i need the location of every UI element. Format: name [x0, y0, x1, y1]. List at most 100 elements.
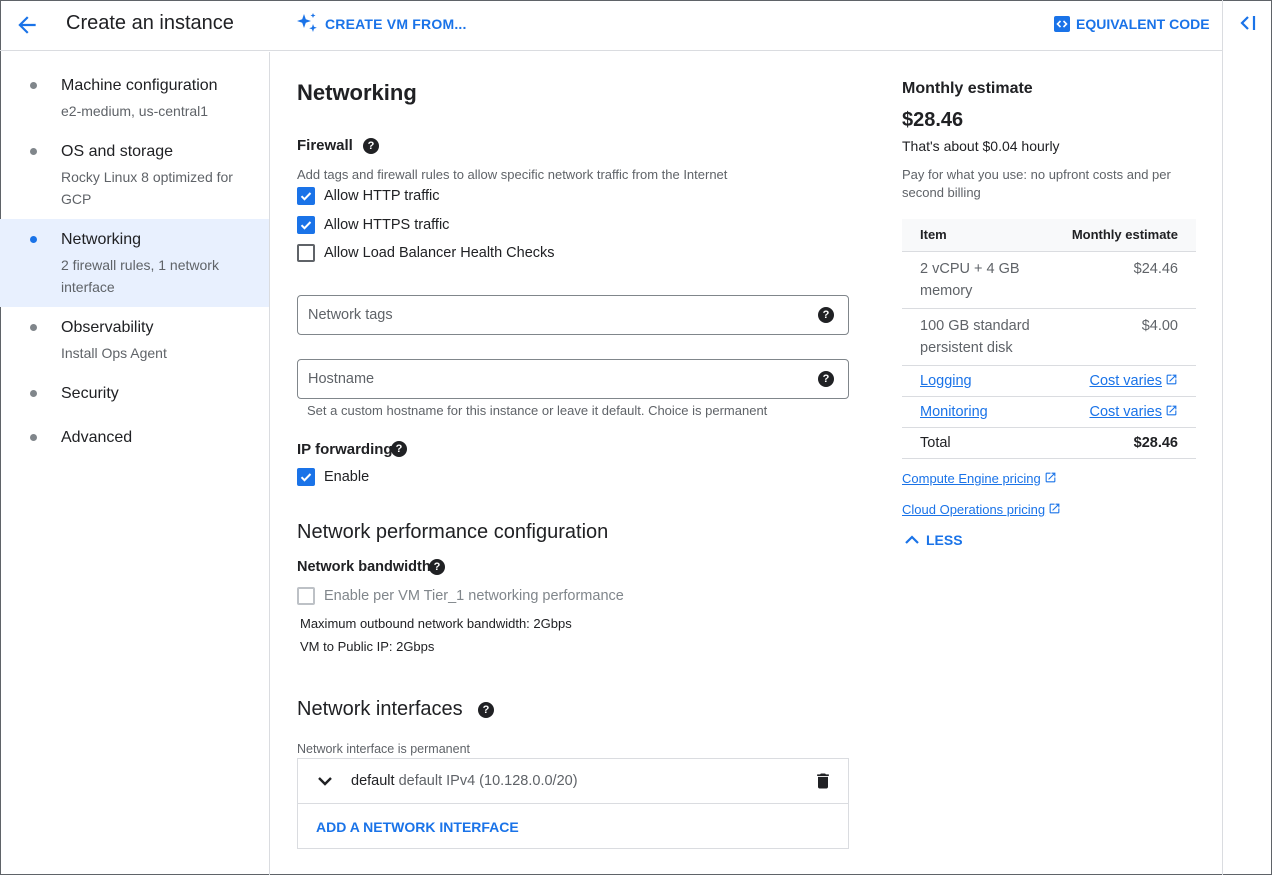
nav-item-label: Advanced [61, 429, 133, 446]
less-toggle-button[interactable]: LESS [904, 532, 963, 548]
collapse-panel-icon[interactable] [1237, 12, 1259, 34]
network-interface-list: default default IPv4 (10.128.0.0/20) ADD… [297, 758, 849, 849]
nav-bullet [30, 236, 37, 243]
nav-item-os-and-storage[interactable]: OS and storage Rocky Linux 8 optimized f… [0, 136, 269, 219]
network-interfaces-help-icon[interactable]: ? [478, 702, 494, 718]
nav-item-label: Machine configuration [61, 77, 218, 94]
section-nav: Machine configuration e2-medium, us-cent… [0, 52, 270, 875]
estimate-title: Monthly estimate [902, 80, 1033, 97]
allow-https-checkbox[interactable]: Allow HTTPS traffic [297, 216, 449, 234]
total-value: $28.46 [1062, 427, 1196, 459]
item-cell: Monitoring [902, 396, 1062, 428]
checkbox-label: Allow Load Balancer Health Checks [324, 245, 555, 261]
sparkle-icon [297, 13, 317, 32]
network-interface-detail: default IPv4 (10.128.0.0/20) [398, 773, 578, 789]
logging-cost-link[interactable]: Cost varies [1089, 373, 1162, 389]
nav-item-label: Security [61, 385, 119, 402]
table-row: Logging Cost varies [902, 365, 1196, 397]
column-header-item: Item [902, 219, 1062, 252]
nav-item-summary: Install Ops Agent [61, 345, 167, 361]
network-performance-heading: Network performance configuration [297, 521, 609, 543]
item-cell: 2 vCPU + 4 GB memory [902, 251, 1062, 309]
checkbox-checked-icon [297, 187, 315, 205]
ip-forwarding-heading: IP forwarding [297, 441, 393, 458]
cost-cell: $24.46 [1062, 251, 1196, 309]
page-title: Create an instance [66, 12, 234, 34]
checkbox-label: Allow HTTPS traffic [324, 217, 450, 233]
cost-cell: Cost varies [1062, 365, 1196, 397]
section-title: Networking [297, 80, 417, 105]
nav-item-advanced[interactable]: Advanced [0, 422, 269, 462]
create-vm-from-button[interactable]: CREATE VM FROM... [295, 10, 467, 38]
firewall-help-icon[interactable]: ? [363, 138, 379, 154]
monitoring-link[interactable]: Monitoring [920, 404, 988, 420]
checkbox-checked-icon [297, 468, 315, 486]
tier1-networking-checkbox[interactable]: Enable per VM Tier_1 networking performa… [297, 587, 624, 605]
hostname-hint: Set a custom hostname for this instance … [307, 403, 768, 418]
compute-engine-pricing-link[interactable]: Compute Engine pricing [902, 471, 1057, 486]
link-label: Cloud Operations pricing [902, 502, 1046, 517]
equivalent-code-label: EQUIVALENT CODE [1076, 16, 1210, 32]
total-row: Total $28.46 [902, 427, 1196, 459]
networking-form: Networking Firewall ? Add tags and firew… [271, 52, 871, 875]
checkbox-checked-icon [297, 216, 315, 234]
checkbox-unchecked-icon [297, 244, 315, 262]
allow-http-checkbox[interactable]: Allow HTTP traffic [297, 187, 440, 205]
hostname-input[interactable] [308, 360, 808, 398]
nav-item-summary: 2 firewall rules, 1 network interface [61, 257, 219, 295]
nav-item-summary: Rocky Linux 8 optimized for GCP [61, 169, 233, 207]
firewall-heading: Firewall [297, 137, 353, 154]
hostname-help-icon[interactable]: ? [818, 371, 834, 387]
right-rail [1222, 0, 1272, 875]
nav-item-observability[interactable]: Observability Install Ops Agent [0, 312, 269, 374]
network-interface-note: Network interface is permanent [297, 742, 470, 756]
external-link-icon [1045, 472, 1056, 483]
table-row: 100 GB standard persistent disk $4.00 [902, 308, 1196, 366]
equivalent-code-button[interactable]: EQUIVALENT CODE [1054, 10, 1210, 38]
table-row: Monitoring Cost varies [902, 396, 1196, 428]
nav-bullet [30, 82, 37, 89]
back-arrow-icon[interactable] [14, 12, 40, 38]
cloud-operations-pricing-link[interactable]: Cloud Operations pricing [902, 502, 1061, 517]
nav-bullet [30, 148, 37, 155]
max-outbound-bandwidth-text: Maximum outbound network bandwidth: 2Gbp… [300, 616, 572, 631]
network-tags-input[interactable] [308, 296, 808, 334]
logging-link[interactable]: Logging [920, 373, 972, 389]
cost-cell: Cost varies [1062, 396, 1196, 428]
checkbox-unchecked-icon [297, 587, 315, 605]
network-bandwidth-heading: Network bandwidth [297, 559, 431, 575]
total-label: Total [902, 427, 1062, 459]
network-interface-row[interactable]: default default IPv4 (10.128.0.0/20) [298, 759, 848, 804]
network-tags-field: ? [297, 295, 849, 335]
top-bar: Create an instance CREATE VM FROM... EQU… [0, 0, 1222, 51]
nav-item-summary: e2-medium, us-central1 [61, 103, 209, 119]
estimate-hourly: That's about $0.04 hourly [902, 138, 1060, 154]
nav-item-security[interactable]: Security [0, 378, 269, 418]
billing-note: Pay for what you use: no upfront costs a… [902, 167, 1171, 200]
external-link-icon [1166, 405, 1177, 415]
ip-forwarding-enable-checkbox[interactable]: Enable [297, 468, 369, 486]
chevron-up-icon [905, 535, 919, 544]
checkbox-label: Allow HTTP traffic [324, 188, 440, 204]
network-bandwidth-help-icon[interactable]: ? [429, 559, 445, 575]
add-network-interface-button[interactable]: ADD A NETWORK INTERFACE [316, 819, 519, 835]
delete-icon[interactable] [813, 771, 833, 791]
item-cell: Logging [902, 365, 1062, 397]
external-link-icon [1049, 503, 1060, 514]
firewall-description: Add tags and firewall rules to allow spe… [297, 167, 728, 182]
network-interface-summary: default default IPv4 (10.128.0.0/20) [351, 773, 578, 789]
nav-item-networking[interactable]: Networking 2 firewall rules, 1 network i… [0, 219, 269, 307]
nav-bullet [30, 390, 37, 397]
nav-item-machine-configuration[interactable]: Machine configuration e2-medium, us-cent… [0, 70, 269, 136]
checkbox-label: Enable per VM Tier_1 networking performa… [324, 588, 624, 604]
checkbox-label: Enable [324, 469, 370, 485]
monitoring-cost-link[interactable]: Cost varies [1089, 404, 1162, 420]
network-tags-help-icon[interactable]: ? [818, 307, 834, 323]
nav-bullet [30, 324, 37, 331]
nav-item-label: Networking [61, 231, 142, 248]
allow-lb-health-checks-checkbox[interactable]: Allow Load Balancer Health Checks [297, 244, 555, 262]
chevron-down-icon[interactable] [316, 772, 334, 790]
create-vm-from-label: CREATE VM FROM... [325, 16, 467, 32]
network-interface-name: default [351, 773, 395, 789]
ip-forwarding-help-icon[interactable]: ? [391, 441, 407, 457]
